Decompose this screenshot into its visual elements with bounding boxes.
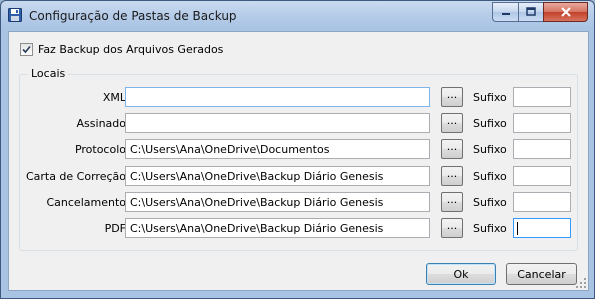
- protocolo-suffix-field[interactable]: [513, 139, 571, 159]
- close-button[interactable]: [543, 2, 588, 22]
- backup-checkbox-row[interactable]: Faz Backup dos Arquivos Gerados: [20, 43, 223, 56]
- pdf-suffix-field[interactable]: [513, 218, 571, 238]
- maximize-button[interactable]: [518, 2, 543, 22]
- carta-correcao-path-field[interactable]: C:\Users\Ana\OneDrive\Backup Diário Gene…: [125, 166, 430, 186]
- resize-grip-icon[interactable]: [576, 278, 586, 288]
- dialog-body: Faz Backup dos Arquivos Gerados Locais X…: [8, 31, 589, 291]
- carta-correcao-browse-button[interactable]: ...: [441, 166, 463, 186]
- suffix-label: Sufixo: [473, 170, 507, 183]
- row-assinado: Assinado ... Sufixo: [20, 113, 577, 135]
- ok-button[interactable]: Ok: [426, 263, 496, 285]
- xml-browse-button[interactable]: ...: [441, 87, 463, 107]
- minimize-button[interactable]: [492, 2, 518, 22]
- backup-checkbox[interactable]: [20, 43, 33, 56]
- dialog-window: Configuração de Pastas de Backup Faz Bac…: [0, 0, 595, 299]
- close-icon: [560, 7, 571, 17]
- pdf-browse-button[interactable]: ...: [441, 218, 463, 238]
- row-cancelamento: Cancelamento C:\Users\Ana\OneDrive\Backu…: [20, 192, 577, 214]
- row-label: Assinado: [76, 117, 126, 130]
- cancelamento-path-field[interactable]: C:\Users\Ana\OneDrive\Backup Diário Gene…: [125, 192, 430, 212]
- pdf-path-field[interactable]: C:\Users\Ana\OneDrive\Backup Diário Gene…: [125, 218, 430, 238]
- save-icon: [8, 8, 22, 22]
- suffix-label: Sufixo: [473, 91, 507, 104]
- maximize-icon: [526, 7, 536, 16]
- protocolo-browse-button[interactable]: ...: [441, 139, 463, 159]
- locais-group: Locais XML ... Sufixo Assinado ... Sufix…: [19, 67, 578, 251]
- row-carta-de-correcao: Carta de Correção C:\Users\Ana\OneDrive\…: [20, 166, 577, 188]
- text-caret: [517, 222, 518, 235]
- row-xml: XML ... Sufixo: [20, 87, 577, 109]
- suffix-label: Sufixo: [473, 117, 507, 130]
- xml-suffix-field[interactable]: [513, 87, 571, 107]
- assinado-browse-button[interactable]: ...: [441, 113, 463, 133]
- suffix-label: Sufixo: [473, 196, 507, 209]
- row-label: Cancelamento: [46, 196, 126, 209]
- suffix-label: Sufixo: [473, 143, 507, 156]
- row-label: Carta de Correção: [25, 170, 126, 183]
- backup-checkbox-label: Faz Backup dos Arquivos Gerados: [38, 43, 224, 56]
- xml-path-field[interactable]: [125, 87, 430, 107]
- cancelamento-suffix-field[interactable]: [513, 192, 571, 212]
- row-pdf: PDF C:\Users\Ana\OneDrive\Backup Diário …: [20, 218, 577, 240]
- cancelamento-browse-button[interactable]: ...: [441, 192, 463, 212]
- minimize-icon: [501, 13, 510, 15]
- suffix-label: Sufixo: [473, 222, 507, 235]
- assinado-suffix-field[interactable]: [513, 113, 571, 133]
- cancel-button[interactable]: Cancelar: [506, 263, 577, 285]
- window-title: Configuração de Pastas de Backup: [29, 9, 237, 23]
- assinado-path-field[interactable]: [125, 113, 430, 133]
- title-bar[interactable]: Configuração de Pastas de Backup: [1, 1, 594, 31]
- row-protocolo: Protocolo C:\Users\Ana\OneDrive\Document…: [20, 139, 577, 161]
- carta-correcao-suffix-field[interactable]: [513, 166, 571, 186]
- row-label: XML: [102, 91, 126, 104]
- row-label: PDF: [104, 222, 126, 235]
- protocolo-path-field[interactable]: C:\Users\Ana\OneDrive\Documentos: [125, 139, 430, 159]
- row-label: Protocolo: [74, 143, 126, 156]
- checkmark-icon: [22, 45, 31, 54]
- locais-legend: Locais: [28, 67, 69, 80]
